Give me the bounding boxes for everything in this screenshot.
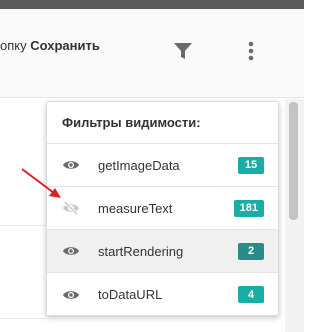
eye-icon bbox=[63, 290, 79, 299]
save-hint-action: Сохранить bbox=[30, 38, 100, 53]
filter-button[interactable] bbox=[171, 39, 195, 63]
count-badge: 4 bbox=[238, 286, 264, 303]
more-vertical-icon bbox=[248, 41, 254, 61]
filter-item-label: measureText bbox=[98, 200, 173, 216]
visibility-filter-dropdown: Фильтры видимости: getImageData 15 measu… bbox=[46, 101, 279, 316]
more-options-button[interactable] bbox=[241, 39, 261, 63]
eye-off-icon bbox=[63, 201, 79, 215]
filter-item-measuretext[interactable]: measureText 181 bbox=[47, 187, 278, 230]
count-badge: 15 bbox=[238, 156, 264, 174]
row-divider bbox=[0, 225, 46, 226]
scrollbar-thumb[interactable] bbox=[289, 102, 298, 220]
filter-item-label: getImageData bbox=[98, 157, 180, 173]
count-badge: 2 bbox=[238, 242, 264, 260]
save-hint: опку Сохранить bbox=[0, 38, 100, 53]
filter-item-startrendering[interactable]: startRendering 2 bbox=[47, 230, 278, 273]
filter-item-label: startRendering bbox=[98, 243, 184, 259]
count-badge: 181 bbox=[233, 199, 264, 217]
eye-icon bbox=[63, 247, 79, 255]
filter-item-todataurl[interactable]: toDataURL 4 bbox=[47, 273, 278, 316]
page-header: опку Сохранить bbox=[0, 9, 304, 98]
dropdown-title: Фильтры видимости: bbox=[47, 102, 278, 144]
window-top-strip bbox=[0, 0, 304, 9]
row-divider bbox=[0, 318, 46, 319]
eye-icon bbox=[63, 161, 79, 169]
save-hint-prefix: опку bbox=[0, 38, 27, 53]
filter-icon bbox=[174, 43, 192, 59]
filter-item-getimagedata[interactable]: getImageData 15 bbox=[47, 144, 278, 187]
filter-item-label: toDataURL bbox=[98, 287, 163, 302]
